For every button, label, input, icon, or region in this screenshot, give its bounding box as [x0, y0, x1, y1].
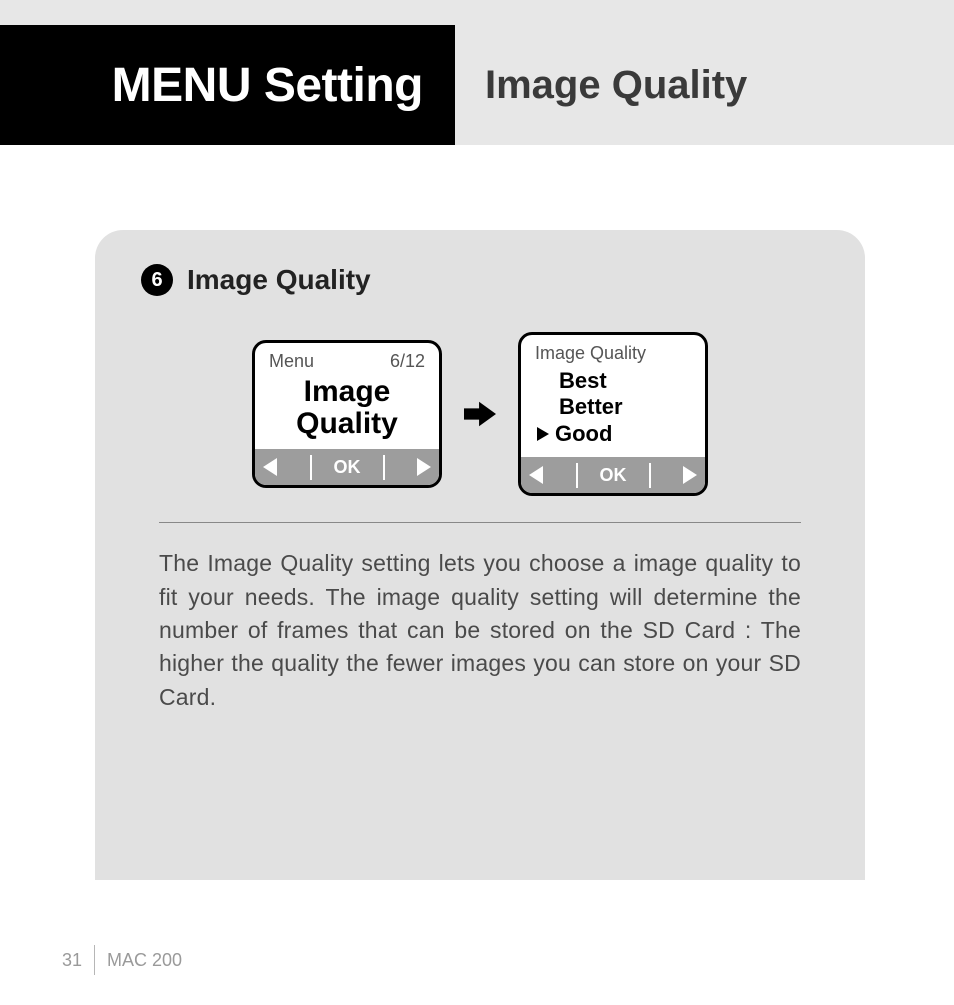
page-number: 31 [62, 950, 94, 971]
body-paragraph: The Image Quality setting lets you choos… [159, 547, 801, 714]
screens-row: Menu 6/12 Image Quality OK [159, 332, 801, 496]
selection-marker-icon [537, 427, 549, 441]
page-footer: 31 MAC 200 [62, 945, 182, 975]
lcd-option-good[interactable]: Good [537, 421, 691, 447]
footer-divider [94, 945, 95, 975]
lcd-quality-navbar: OK [521, 457, 705, 493]
ok-button[interactable]: OK [576, 463, 651, 488]
lcd-menu-page: 6/12 [390, 351, 425, 372]
lcd-quality-title: Image Quality [535, 343, 691, 364]
header-black-block: MENU Setting [0, 25, 455, 145]
section-number-badge: 6 [141, 264, 173, 296]
model-name: MAC 200 [107, 950, 182, 971]
lcd-quality-top: Image Quality Best Better Good [521, 335, 705, 457]
lcd-screen-quality: Image Quality Best Better Good [518, 332, 708, 496]
header-band: MENU Setting Image Quality [0, 0, 954, 145]
section-divider [159, 522, 801, 523]
lcd-option-better[interactable]: Better [537, 394, 691, 420]
lcd-screen-menu: Menu 6/12 Image Quality OK [252, 340, 442, 488]
chapter-title: MENU Setting [112, 58, 423, 113]
option-label: Good [555, 421, 612, 447]
lcd-menu-navbar: OK [255, 449, 439, 485]
option-label: Best [559, 368, 607, 394]
section-number: 6 [151, 269, 162, 292]
nav-left-icon[interactable] [263, 458, 277, 476]
nav-right-icon[interactable] [417, 458, 431, 476]
content-card: 6 Image Quality Menu 6/12 Image Quality … [95, 230, 865, 880]
lcd-menu-top: Menu 6/12 Image Quality [255, 343, 439, 449]
header-subtitle-block: Image Quality [485, 25, 747, 145]
lcd-menu-item: Image Quality [269, 376, 425, 439]
section-title: Image Quality [187, 264, 371, 296]
option-label: Better [559, 394, 623, 420]
lcd-menu-item-line1: Image [269, 376, 425, 408]
page-title: Image Quality [485, 63, 747, 108]
lcd-menu-item-line2: Quality [269, 408, 425, 440]
lcd-option-best[interactable]: Best [537, 368, 691, 394]
nav-right-icon[interactable] [683, 466, 697, 484]
lcd-quality-options: Best Better Good [559, 368, 691, 447]
ok-button[interactable]: OK [310, 455, 385, 480]
lcd-menu-header: Menu 6/12 [269, 351, 425, 372]
section-heading-row: 6 Image Quality [141, 264, 801, 296]
lcd-menu-label: Menu [269, 351, 314, 372]
nav-left-icon[interactable] [529, 466, 543, 484]
arrow-right-icon [464, 399, 496, 429]
